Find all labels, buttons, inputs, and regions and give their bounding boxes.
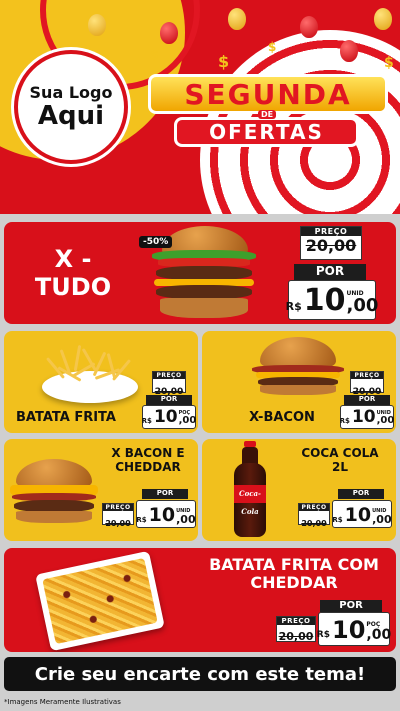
currency: R$ bbox=[285, 300, 302, 313]
por-label: POR bbox=[146, 395, 192, 405]
product-card-coca-cola: Coca-Cola COCA COLA 2L POR PREÇO 20,00 R… bbox=[202, 439, 396, 541]
cheddar-fries-image bbox=[35, 550, 165, 652]
dollar-icon: $ bbox=[218, 52, 230, 71]
product-card-batata-frita: BATATA FRITA PREÇO 20,00 POR R$ 10 POÇ ,… bbox=[4, 331, 198, 433]
bottle-image: Coca-Cola bbox=[230, 441, 270, 539]
balloon-icon bbox=[300, 16, 318, 38]
currency: R$ bbox=[332, 516, 343, 524]
currency: R$ bbox=[339, 417, 350, 425]
price-integer: 10 bbox=[351, 407, 376, 427]
balloon-icon bbox=[228, 8, 246, 30]
price-tag: POR PREÇO 20,00 R$ 10 UNID ,00 bbox=[298, 489, 392, 535]
old-price: 20,00 bbox=[105, 519, 131, 528]
balloon-icon bbox=[374, 8, 392, 30]
cta-banner[interactable]: Crie seu encarte com este tema! bbox=[4, 657, 396, 691]
price-integer: 10 bbox=[332, 616, 366, 644]
price-tag: PREÇO 20,00 POR R$ 10 POÇ ,00 bbox=[142, 371, 196, 431]
logo-line-2: Aqui bbox=[37, 100, 105, 131]
product-name: BATATA FRITA bbox=[16, 410, 116, 425]
promo-title: SEGUNDA OFERTAS DE bbox=[148, 70, 388, 150]
old-price: 20,00 bbox=[301, 519, 327, 528]
product-card-x-tudo: X - TUDO -50% PREÇO 20,00 POR R$ 10 UNID… bbox=[4, 222, 396, 324]
logo-placeholder: Sua Logo Aqui bbox=[14, 50, 128, 164]
product-name: BATATA FRITA COM CHEDDAR bbox=[209, 555, 379, 593]
footnote: *Imagens Meramente Ilustrativas bbox=[4, 698, 121, 706]
title-sub: OFERTAS bbox=[174, 117, 359, 147]
burger-image bbox=[250, 335, 346, 395]
price-label: PREÇO bbox=[103, 504, 133, 511]
price-integer: 10 bbox=[153, 407, 178, 427]
product-name: X-BACON bbox=[249, 410, 315, 425]
por-label: POR bbox=[294, 264, 366, 280]
title-main: SEGUNDA bbox=[148, 74, 388, 114]
price-integer: 10 bbox=[344, 504, 372, 526]
dollar-icon: $ bbox=[268, 40, 277, 54]
currency: R$ bbox=[316, 630, 330, 640]
price-decimal: ,00 bbox=[376, 415, 395, 426]
product-card-batata-cheddar: BATATA FRITA COM CHEDDAR POR PREÇO 20,00… bbox=[4, 548, 396, 652]
discount-badge: -50% bbox=[139, 236, 173, 248]
por-label: POR bbox=[344, 395, 390, 405]
price-tag: PREÇO 20,00 POR R$ 10 UNID ,00 bbox=[340, 371, 394, 431]
product-card-x-bacon: X-BACON PREÇO 20,00 POR R$ 10 UNID ,00 bbox=[202, 331, 396, 433]
old-price: 20,00 bbox=[305, 236, 357, 255]
price-label: PREÇO bbox=[153, 372, 185, 379]
price-integer: 10 bbox=[148, 504, 176, 526]
balloon-icon bbox=[88, 14, 106, 36]
header-banner: $ $ $ $ Sua Logo Aqui SEGUNDA OFERTAS DE bbox=[0, 0, 400, 214]
price-decimal: ,00 bbox=[372, 513, 392, 526]
price-decimal: ,00 bbox=[176, 513, 196, 526]
price-tag: POR PREÇO 20,00 R$ 10 UNID ,00 bbox=[102, 489, 196, 535]
dollar-icon: $ bbox=[384, 55, 394, 71]
balloon-icon bbox=[340, 40, 358, 62]
price-decimal: ,00 bbox=[178, 415, 197, 426]
title-connector: DE bbox=[258, 110, 277, 119]
por-label: POR bbox=[142, 489, 188, 499]
price-integer: 10 bbox=[303, 283, 346, 318]
currency: R$ bbox=[141, 417, 152, 425]
product-card-x-bacon-cheddar: X BACON E CHEDDAR POR PREÇO 20,00 R$ 10 … bbox=[4, 439, 198, 541]
product-name: X BACON E CHEDDAR bbox=[111, 446, 185, 474]
product-name: COCA COLA 2L bbox=[301, 446, 379, 474]
old-price: 20,00 bbox=[278, 630, 314, 643]
burger-image bbox=[8, 457, 100, 525]
por-label: POR bbox=[338, 489, 384, 499]
price-label: PREÇO bbox=[277, 617, 315, 625]
por-label: POR bbox=[320, 600, 382, 612]
logo-line-1: Sua Logo bbox=[29, 82, 113, 102]
price-decimal: ,00 bbox=[346, 295, 379, 316]
price-label: PREÇO bbox=[299, 504, 329, 511]
price-label: PREÇO bbox=[351, 372, 383, 379]
balloon-icon bbox=[160, 22, 178, 44]
price-decimal: ,00 bbox=[366, 627, 392, 643]
price-label: PREÇO bbox=[301, 227, 361, 236]
price-tag: POR PREÇO 20,00 R$ 10 POÇ ,00 bbox=[276, 600, 392, 650]
dollar-icon: $ bbox=[150, 48, 159, 62]
currency: R$ bbox=[136, 516, 147, 524]
fries-pile bbox=[45, 341, 138, 391]
price-tag: PREÇO 20,00 POR R$ 10 UNID ,00 bbox=[285, 226, 392, 322]
bottle-label: Coca-Cola bbox=[234, 485, 266, 516]
product-name: X - TUDO bbox=[34, 245, 112, 301]
